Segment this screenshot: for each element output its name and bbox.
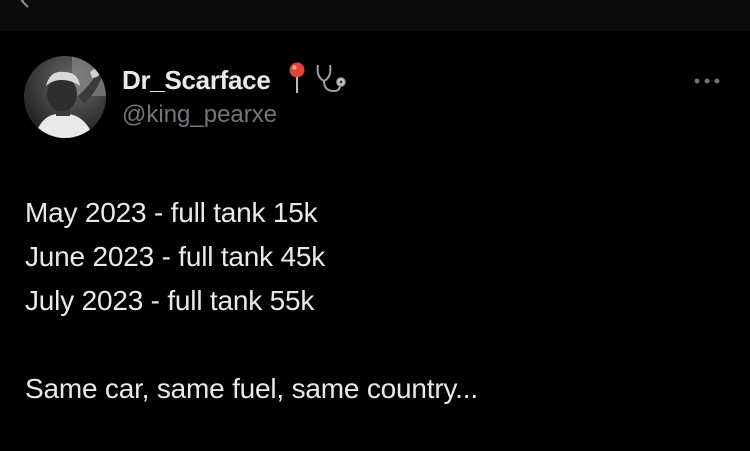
avatar[interactable]	[24, 56, 106, 138]
author-display-name[interactable]: Dr_Scarface	[122, 65, 271, 96]
tweet-line: Same car, same fuel, same country...	[25, 373, 478, 404]
tweet-line: June 2023 - full tank 45k	[25, 241, 326, 272]
back-arrow-icon[interactable]	[18, 0, 32, 8]
stethoscope-icon	[312, 61, 348, 100]
name-emojis	[286, 61, 348, 100]
tweet-line: July 2023 - full tank 55k	[25, 285, 315, 316]
more-options-icon[interactable]	[690, 71, 724, 91]
top-bar	[0, 0, 750, 31]
pushpin-icon	[286, 61, 308, 100]
author-handle[interactable]: @king_pearxe	[122, 101, 277, 129]
tweet-text: May 2023 - full tank 15k June 2023 - ful…	[25, 191, 478, 411]
tweet-line: May 2023 - full tank 15k	[25, 197, 318, 228]
tweet: Dr_Scarface @king_pearxe May 2023 - full…	[0, 31, 750, 451]
tweet-line	[25, 323, 478, 367]
